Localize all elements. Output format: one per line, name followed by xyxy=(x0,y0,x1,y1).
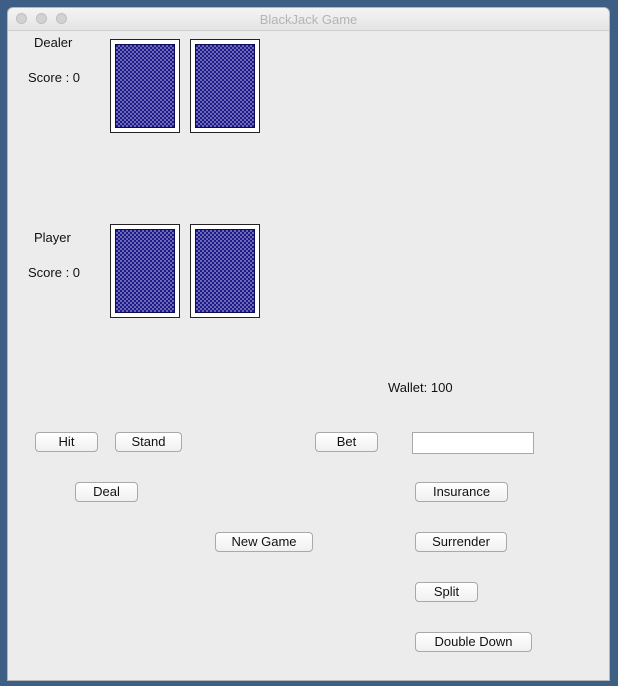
wallet-label: Wallet: 100 xyxy=(388,380,453,395)
dealer-card-1 xyxy=(110,39,180,133)
hit-button[interactable]: Hit xyxy=(35,432,98,452)
card-back-pattern xyxy=(195,44,255,128)
surrender-button[interactable]: Surrender xyxy=(415,532,507,552)
dealer-card-2 xyxy=(190,39,260,133)
bet-button[interactable]: Bet xyxy=(315,432,378,452)
new-game-button[interactable]: New Game xyxy=(215,532,313,552)
deal-button[interactable]: Deal xyxy=(75,482,138,502)
blackjack-window: BlackJack Game Dealer Score : 0 Player S… xyxy=(8,8,609,680)
window-title: BlackJack Game xyxy=(259,12,358,27)
player-card-2 xyxy=(190,224,260,318)
dealer-score: Score : 0 xyxy=(28,70,81,85)
split-button[interactable]: Split xyxy=(415,582,478,602)
bet-amount-input[interactable] xyxy=(412,432,534,454)
card-back-pattern xyxy=(115,44,175,128)
dealer-label: Dealer xyxy=(34,35,73,50)
player-label: Player xyxy=(34,230,71,245)
title-bar[interactable]: BlackJack Game xyxy=(8,8,609,31)
card-back-pattern xyxy=(195,229,255,313)
player-card-1 xyxy=(110,224,180,318)
insurance-button[interactable]: Insurance xyxy=(415,482,508,502)
stand-button[interactable]: Stand xyxy=(115,432,182,452)
card-back-pattern xyxy=(115,229,175,313)
double-down-button[interactable]: Double Down xyxy=(415,632,532,652)
player-score: Score : 0 xyxy=(28,265,81,280)
